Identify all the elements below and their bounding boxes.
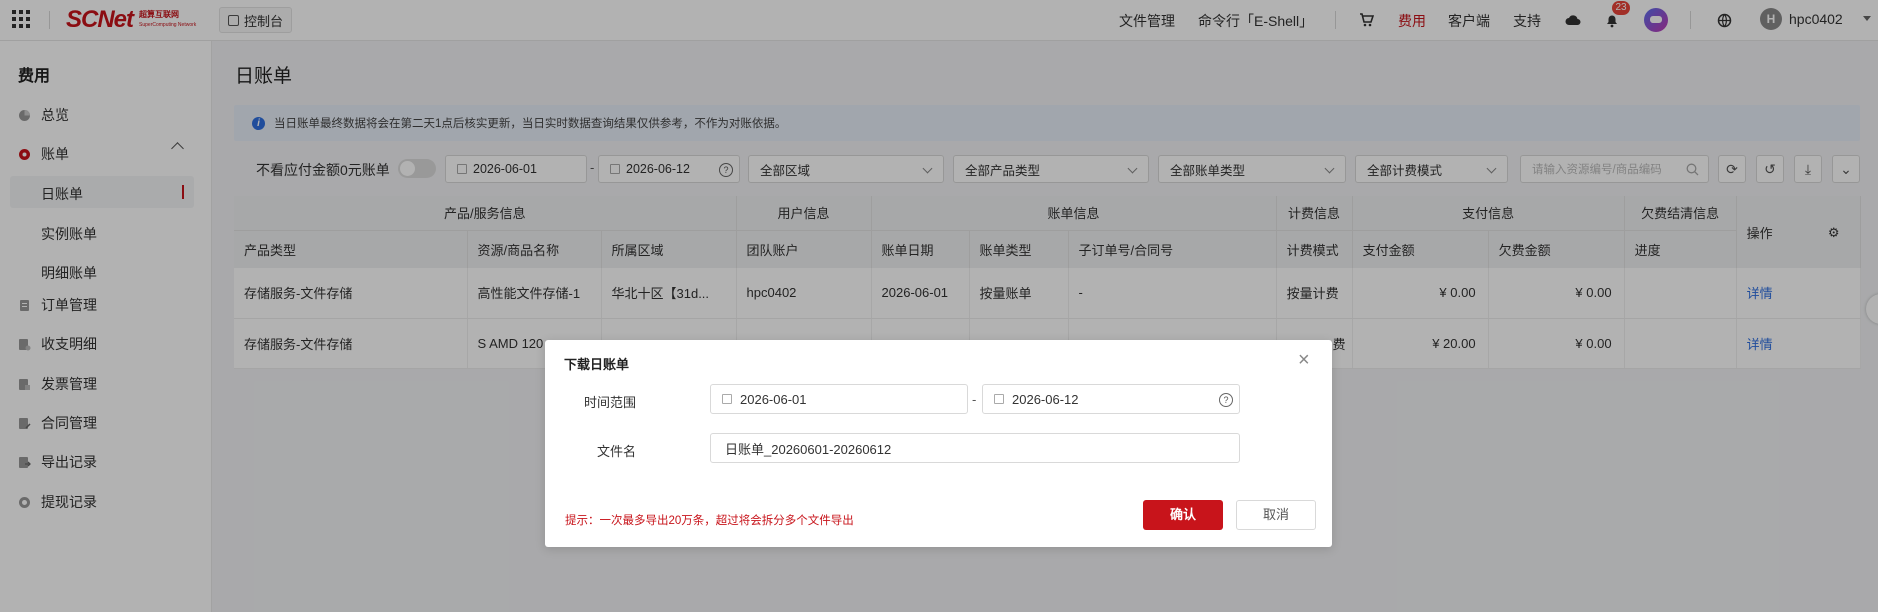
dialog-range-separator: - [972, 392, 977, 407]
filename-label: 文件名 [596, 444, 636, 459]
dialog-title: 下载日账单 [564, 357, 630, 372]
download-dialog: 下载日账单 × 时间范围 2026-06-01 - 2026-06-12 ? 文… [545, 340, 1332, 547]
dialog-date-from-input[interactable]: 2026-06-01 [710, 384, 968, 414]
help-icon[interactable]: ? [1219, 393, 1233, 407]
confirm-button[interactable]: 确认 [1143, 500, 1223, 530]
close-icon[interactable]: × [1298, 350, 1310, 370]
filename-input[interactable]: 日账单_20260601-20260612 [710, 433, 1240, 463]
cancel-button[interactable]: 取消 [1236, 500, 1316, 530]
calendar-icon [994, 394, 1004, 404]
calendar-icon [722, 394, 732, 404]
time-range-label: 时间范围 [583, 395, 636, 410]
export-tip: 提示：一次最多导出20万条，超过将会拆分多个文件导出 [565, 515, 854, 527]
dialog-date-to-input[interactable]: 2026-06-12 ? [982, 384, 1240, 414]
